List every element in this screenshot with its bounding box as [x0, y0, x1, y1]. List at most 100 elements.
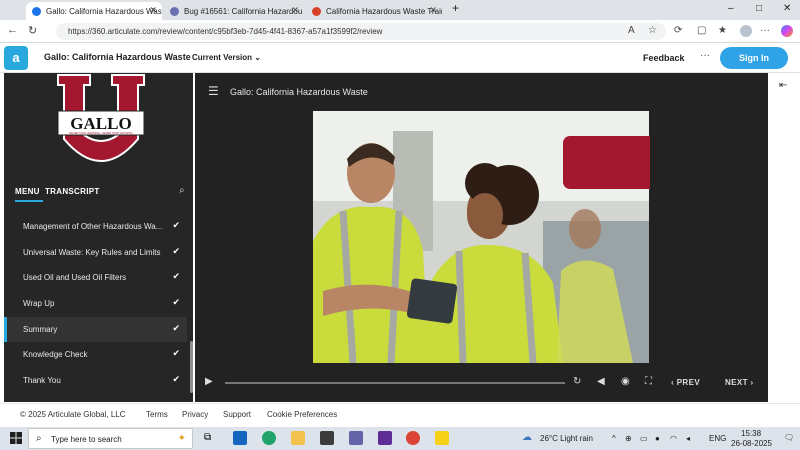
task-view-icon[interactable]: ⧉ [204, 432, 218, 446]
menu-item-label: Universal Waste: Key Rules and Limits [23, 248, 161, 257]
feedback-button[interactable]: Feedback [643, 53, 685, 63]
articulate-logo[interactable]: a [4, 46, 28, 70]
wifi-icon[interactable]: ◠ [670, 434, 677, 443]
split-screen-icon[interactable]: ▢ [697, 25, 706, 36]
course-title: Gallo: California Hazardous Waste [44, 52, 191, 62]
battery-icon[interactable]: ▭ [640, 434, 648, 443]
reload-icon[interactable]: ↻ [28, 24, 37, 37]
address-bar-row: ← ↻ https://360.articulate.com/review/co… [0, 20, 800, 43]
course-player: ☰ Gallo: California Hazardous Waste ▶ ↻ … [195, 73, 768, 402]
edge-browser-icon[interactable] [262, 431, 276, 445]
chevron-down-icon: ⌄ [254, 53, 261, 62]
sign-in-button[interactable]: Sign In [720, 47, 788, 69]
more-options-icon[interactable]: ··· [700, 50, 710, 61]
browser-tab-strip: Gallo: California Hazardous Waste ✕ Bug … [0, 0, 800, 20]
close-tab-icon[interactable]: ✕ [291, 5, 299, 16]
browser-tab-1[interactable]: Gallo: California Hazardous Waste ✕ [26, 2, 162, 20]
read-aloud-icon[interactable]: A [628, 25, 635, 36]
svg-text:NEVER STOP LEARNING • NEVER ST: NEVER STOP LEARNING • NEVER STOP GROWING [69, 131, 132, 135]
teams-icon[interactable] [349, 431, 363, 445]
windows-taskbar: ⌕ Type here to search ✦ ⧉ ☁ 26°C Light r… [0, 427, 800, 450]
maximize-button[interactable]: □ [756, 3, 762, 14]
speaker-icon[interactable]: ◂ [686, 434, 690, 443]
menu-item-management-of-other-hazardous-waste[interactable]: Management of Other Hazardous Wa... ✔ [4, 214, 187, 239]
collapse-panel-icon[interactable]: ⇤ [779, 80, 787, 91]
fullscreen-icon[interactable]: ⛶ [645, 376, 652, 387]
menu-item-used-oil[interactable]: Used Oil and Used Oil Filters ✔ [4, 265, 187, 290]
volume-icon[interactable]: ◀ [597, 376, 605, 387]
replay-icon[interactable]: ↻ [573, 376, 581, 387]
next-button[interactable]: NEXT › [725, 378, 754, 387]
check-icon: ✔ [172, 246, 180, 256]
tab-title: Bug #16561: California Hazardou [184, 6, 303, 16]
mic-icon[interactable]: ● [655, 434, 660, 443]
sticky-notes-icon[interactable] [435, 431, 449, 445]
menu-item-thank-you[interactable]: Thank You ✔ [4, 368, 187, 393]
footer-link-terms[interactable]: Terms [146, 410, 168, 419]
url-field[interactable]: https://360.articulate.com/review/conten… [56, 23, 666, 40]
tray-overflow-icon[interactable]: ^ [612, 434, 616, 443]
browser-tab-3[interactable]: California Hazardous Waste Traini ✕ [306, 2, 442, 20]
tab-transcript[interactable]: TRANSCRIPT [45, 187, 100, 196]
language-indicator[interactable]: ENG [709, 434, 726, 443]
footer-link-cookie-preferences[interactable]: Cookie Preferences [267, 410, 337, 419]
copilot-icon[interactable] [781, 25, 793, 37]
tab-favicon-icon [170, 6, 179, 16]
player-course-title: Gallo: California Hazardous Waste [230, 87, 368, 97]
menu-item-universal-waste[interactable]: Universal Waste: Key Rules and Limits ✔ [4, 240, 187, 265]
player-controls: ▶ ↻ ◀ ◉ ⛶ ‹ PREV NEXT › [195, 373, 768, 393]
sidebar-scrollbar[interactable] [190, 341, 193, 393]
favorites-icon[interactable]: ★ [718, 25, 727, 36]
onenote-icon[interactable] [378, 431, 392, 445]
play-icon[interactable]: ▶ [205, 376, 213, 387]
menu-item-summary[interactable]: Summary ✔ [4, 317, 187, 342]
refresh-extension-icon[interactable]: ⟳ [674, 25, 682, 36]
close-tab-icon[interactable]: ✕ [429, 5, 437, 16]
close-tab-icon[interactable]: ✕ [149, 5, 157, 16]
menu-item-label: Summary [23, 325, 58, 334]
network-icon[interactable]: ⊕ [625, 434, 632, 443]
course-sidebar: GALLO NEVER STOP LEARNING • NEVER STOP G… [4, 73, 193, 402]
chevron-right-icon: › [747, 378, 754, 387]
taskbar-search-placeholder: Type here to search [51, 435, 122, 444]
sidebar-tabs: MENU TRANSCRIPT ⌕ [4, 183, 193, 205]
menu-item-label: Used Oil and Used Oil Filters [23, 273, 127, 282]
outlook-icon[interactable] [233, 431, 247, 445]
prev-button[interactable]: ‹ PREV [671, 378, 700, 387]
search-icon: ⌕ [36, 433, 42, 444]
back-arrow-icon[interactable]: ← [7, 24, 18, 36]
check-icon: ✔ [172, 374, 180, 384]
store-icon[interactable] [320, 431, 334, 445]
app-header: a Gallo: California Hazardous Waste Curr… [0, 43, 800, 73]
clock-date[interactable]: 26-08-2025 [731, 439, 772, 448]
footer-link-support[interactable]: Support [223, 410, 251, 419]
tab-menu[interactable]: MENU [15, 187, 40, 196]
footer-link-privacy[interactable]: Privacy [182, 410, 208, 419]
taskbar-search-input[interactable]: ⌕ Type here to search ✦ [28, 428, 193, 449]
hamburger-menu-icon[interactable]: ☰ [208, 84, 219, 98]
weather-text[interactable]: 26°C Light rain [540, 434, 593, 443]
version-dropdown[interactable]: Current Version ⌄ [192, 53, 261, 62]
profile-avatar[interactable] [740, 25, 752, 37]
menu-dots-icon[interactable]: ··· [760, 25, 770, 36]
browser-tab-2[interactable]: Bug #16561: California Hazardou ✕ [164, 2, 304, 20]
menu-item-wrap-up[interactable]: Wrap Up ✔ [4, 291, 187, 316]
captions-icon[interactable]: ◉ [621, 376, 630, 387]
close-window-button[interactable]: ✕ [783, 3, 791, 14]
chrome-icon[interactable] [406, 431, 420, 445]
favorite-star-icon[interactable]: ☆ [648, 25, 657, 36]
minimize-button[interactable]: – [728, 3, 734, 14]
new-tab-button[interactable]: + [452, 1, 459, 15]
seek-bar[interactable] [225, 382, 565, 384]
logo-text: GALLO [70, 114, 131, 133]
tab-title: Gallo: California Hazardous Waste [46, 6, 162, 16]
notification-icon[interactable]: 🗨 [784, 433, 794, 442]
search-icon[interactable]: ⌕ [179, 185, 185, 196]
check-icon: ✔ [172, 323, 180, 333]
clock-time[interactable]: 15:38 [741, 429, 761, 438]
menu-item-knowledge-check[interactable]: Knowledge Check ✔ [4, 342, 187, 367]
menu-item-label: Thank You [23, 376, 61, 385]
tab-favicon-icon [32, 6, 41, 16]
file-explorer-icon[interactable] [291, 431, 305, 445]
windows-start-icon[interactable] [10, 432, 22, 444]
